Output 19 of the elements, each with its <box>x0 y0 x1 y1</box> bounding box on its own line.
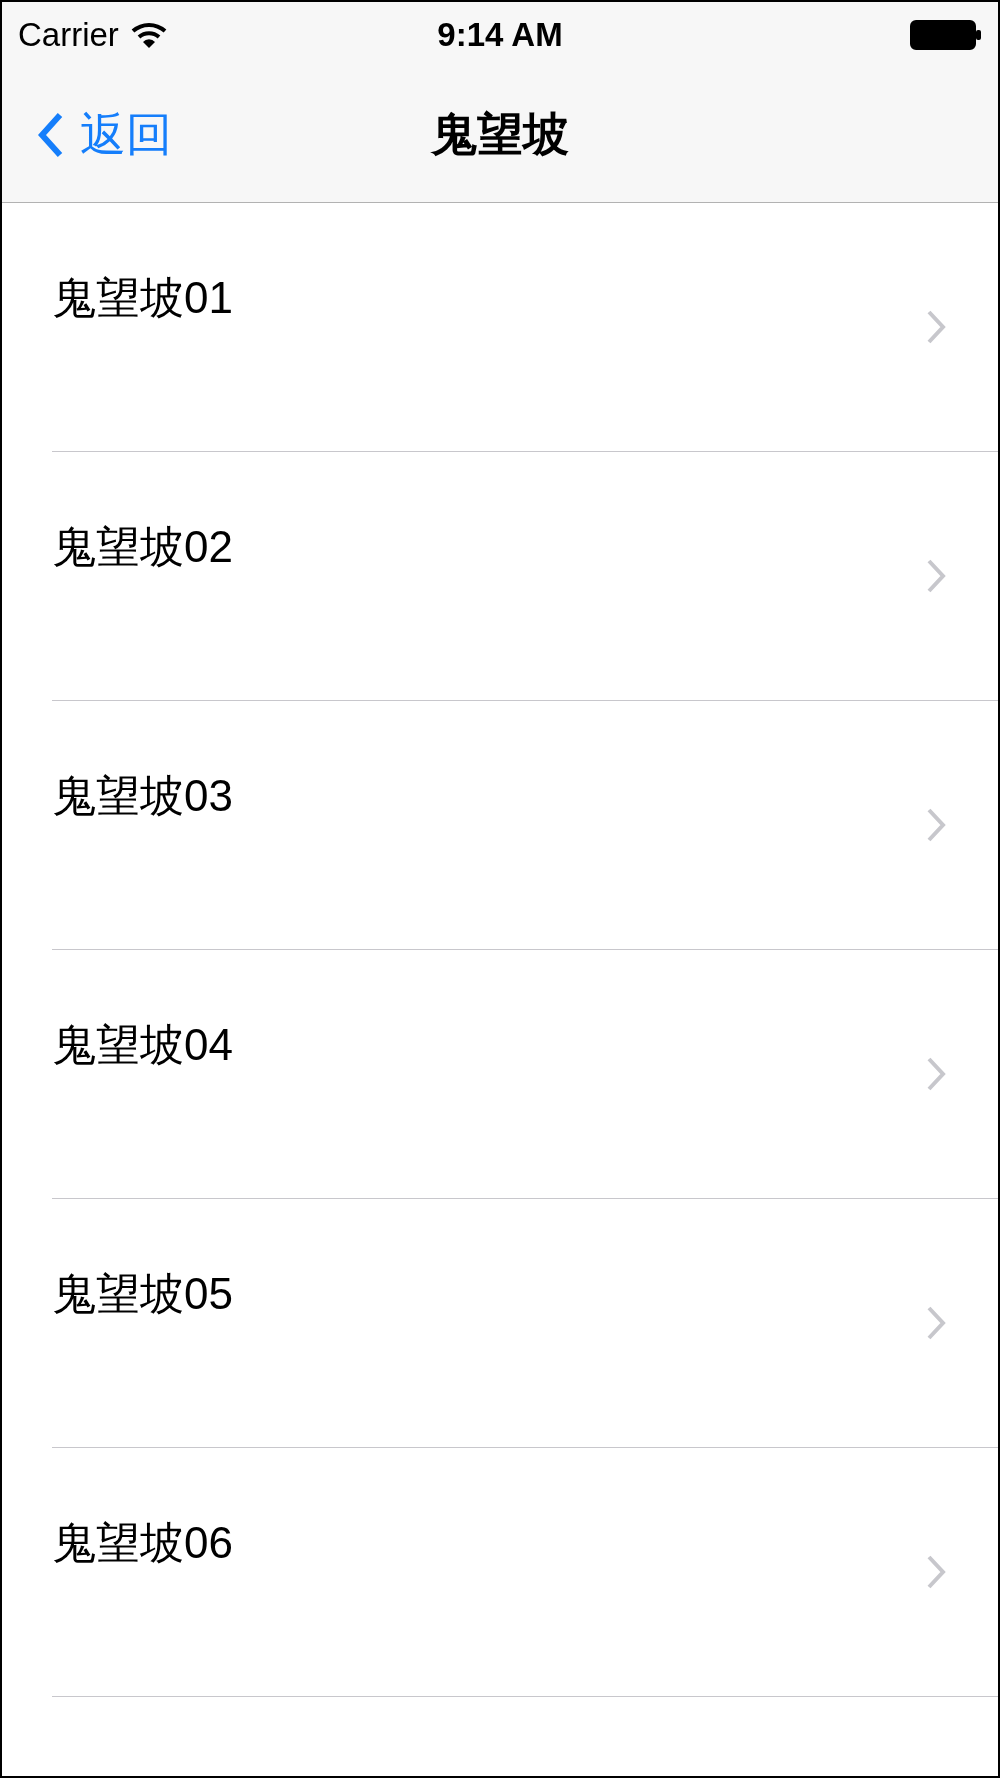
battery-icon <box>910 20 982 50</box>
list-row[interactable]: 鬼望坡02 <box>52 452 998 701</box>
status-time: 9:14 AM <box>437 16 563 54</box>
back-chevron-icon <box>38 112 64 158</box>
chevron-icon <box>926 558 946 594</box>
list-row[interactable]: 鬼望坡03 <box>52 701 998 950</box>
list-row[interactable]: 鬼望坡06 <box>52 1448 998 1697</box>
wifi-icon <box>130 21 167 49</box>
carrier-name: Carrier <box>18 16 119 54</box>
list-row[interactable]: 鬼望坡04 <box>52 950 998 1199</box>
chevron-icon <box>926 1305 946 1341</box>
chevron-icon <box>926 1554 946 1590</box>
chevron-icon <box>926 309 946 345</box>
chevron-icon <box>926 807 946 843</box>
list-row[interactable]: 鬼望坡05 <box>52 1199 998 1448</box>
nav-title: 鬼望坡 <box>431 107 569 162</box>
list-row[interactable]: 鬼望坡01 <box>52 203 998 452</box>
chevron-icon <box>926 1056 946 1092</box>
back-button[interactable]: 返回 <box>38 104 172 166</box>
